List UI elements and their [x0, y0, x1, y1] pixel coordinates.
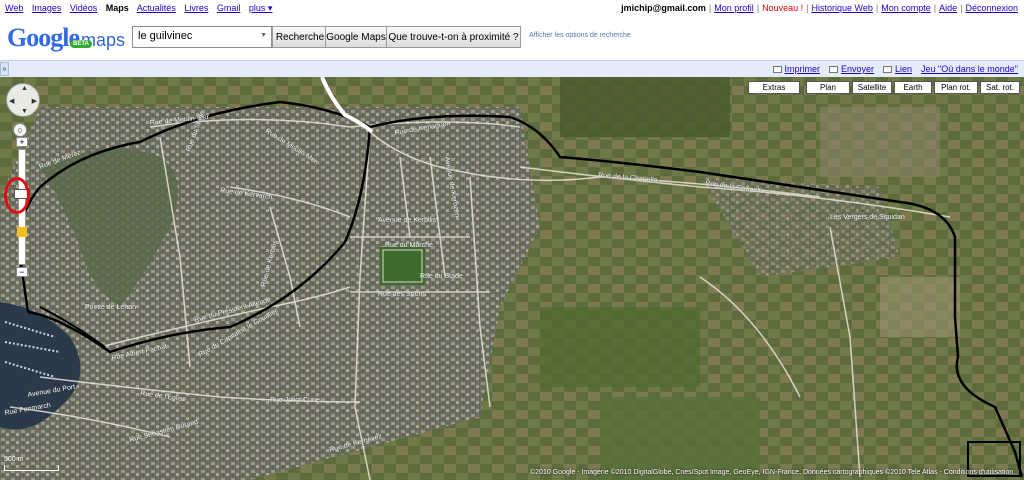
world-game-link[interactable]: Jeu "Où dans le monde" [921, 64, 1018, 74]
map-imagery: Rue de Moulin-Mer Rue de Moulin-Mer Rue … [0, 77, 1024, 480]
pan-up-icon[interactable]: ▲ [21, 85, 28, 92]
street-label: Rue du Stade [420, 273, 463, 280]
history-link[interactable]: Historique Web [812, 3, 873, 13]
send-link[interactable]: Envoyer [829, 64, 874, 74]
nav-gmail[interactable]: Gmail [217, 3, 241, 13]
separator: | [756, 3, 760, 13]
street-label: Avenue de Kerbilis [378, 217, 437, 224]
separator: | [806, 3, 809, 13]
user-email: jmichip@gmail.com [621, 3, 706, 13]
search-button[interactable]: Recherche [272, 26, 328, 48]
help-link[interactable]: Aide [939, 3, 957, 13]
map-scale: 500 m [4, 456, 59, 471]
nearby-button[interactable]: Que trouve-t-on à proximité ? [386, 26, 521, 48]
pegman-icon[interactable]: ○ [13, 123, 27, 137]
nav-images[interactable]: Images [32, 3, 62, 13]
chain-link-icon [883, 65, 893, 73]
account-nav: jmichip@gmail.com | Mon profil | Nouveau… [621, 3, 1018, 13]
new-badge[interactable]: Nouveau ! [762, 3, 803, 13]
map-type-earth[interactable]: Earth [894, 81, 932, 94]
street-view-icon[interactable] [17, 227, 27, 237]
map-copyright: ©2010 Google - Imagerie ©2010 DigitalGlo… [530, 469, 1014, 476]
scale-bar [4, 465, 59, 471]
street-label: Rue Joliot Curie [270, 397, 320, 404]
link-link[interactable]: Lien [883, 64, 912, 74]
nav-more[interactable]: plus ▾ [249, 3, 273, 13]
pan-left-icon[interactable]: ◀ [9, 97, 14, 105]
place-label: Les Vergers de Squidan [830, 214, 905, 221]
map-type-extras[interactable]: Extras [748, 81, 800, 94]
satellite-map[interactable]: Rue de Moulin-Mer Rue de Moulin-Mer Rue … [0, 77, 1024, 480]
street-label: Rue du Marché [385, 242, 433, 249]
top-nav-bar: Web Images Vidéos Maps Actualités Livres… [0, 0, 1024, 16]
search-header: Google maps BETA le guilvinec ▼ Recherch… [0, 16, 1024, 58]
beta-badge: BETA [70, 40, 92, 48]
separator: | [708, 3, 712, 13]
google-maps-logo[interactable]: Google maps BETA [7, 23, 125, 52]
map-type-plan[interactable]: Plan [806, 81, 850, 94]
nav-web[interactable]: Web [5, 3, 23, 13]
google-maps-button[interactable]: Google Maps [325, 26, 387, 48]
pan-down-icon[interactable]: ▼ [21, 108, 28, 115]
map-type-plan-rot[interactable]: Plan rot. [934, 81, 978, 94]
nav-videos[interactable]: Vidéos [70, 3, 97, 13]
separator: | [933, 3, 937, 13]
dropdown-arrow-icon[interactable]: ▼ [260, 32, 267, 39]
logout-link[interactable]: Déconnexion [965, 3, 1018, 13]
nav-news[interactable]: Actualités [137, 3, 176, 13]
search-input-value: le guilvinec [138, 30, 193, 42]
street-label: Rue des Sports [378, 291, 427, 298]
place-label: Pointe de Léhan [85, 304, 136, 311]
envelope-icon [829, 65, 838, 73]
pan-control[interactable]: ▲ ◀ ▶ ▼ [6, 83, 40, 117]
zoom-out-button[interactable]: − [16, 267, 28, 277]
collapse-panel-icon[interactable]: » [0, 62, 9, 76]
printer-icon [772, 65, 782, 73]
nav-maps[interactable]: Maps [106, 3, 129, 13]
pan-right-icon[interactable]: ▶ [32, 97, 37, 105]
logo-google: Google [7, 23, 80, 52]
products-nav: Web Images Vidéos Maps Actualités Livres… [5, 3, 278, 14]
search-options-link[interactable]: Afficher les options de recherche [529, 32, 631, 39]
red-highlight-circle [4, 177, 30, 214]
account-link[interactable]: Mon compte [881, 3, 931, 13]
profile-link[interactable]: Mon profil [714, 3, 754, 13]
separator: | [875, 3, 879, 13]
map-links-bar: » Imprimer Envoyer Lien Jeu "Où dans le … [0, 60, 1024, 77]
search-input[interactable]: le guilvinec ▼ [132, 26, 272, 48]
separator: | [960, 3, 963, 13]
map-type-sat-rot[interactable]: Sat. rot. [980, 81, 1020, 94]
print-link[interactable]: Imprimer [772, 64, 820, 74]
map-type-satellite[interactable]: Satellite [852, 81, 892, 94]
zoom-in-button[interactable]: + [16, 137, 28, 147]
scale-label: 500 m [4, 456, 24, 463]
nav-books[interactable]: Livres [184, 3, 208, 13]
